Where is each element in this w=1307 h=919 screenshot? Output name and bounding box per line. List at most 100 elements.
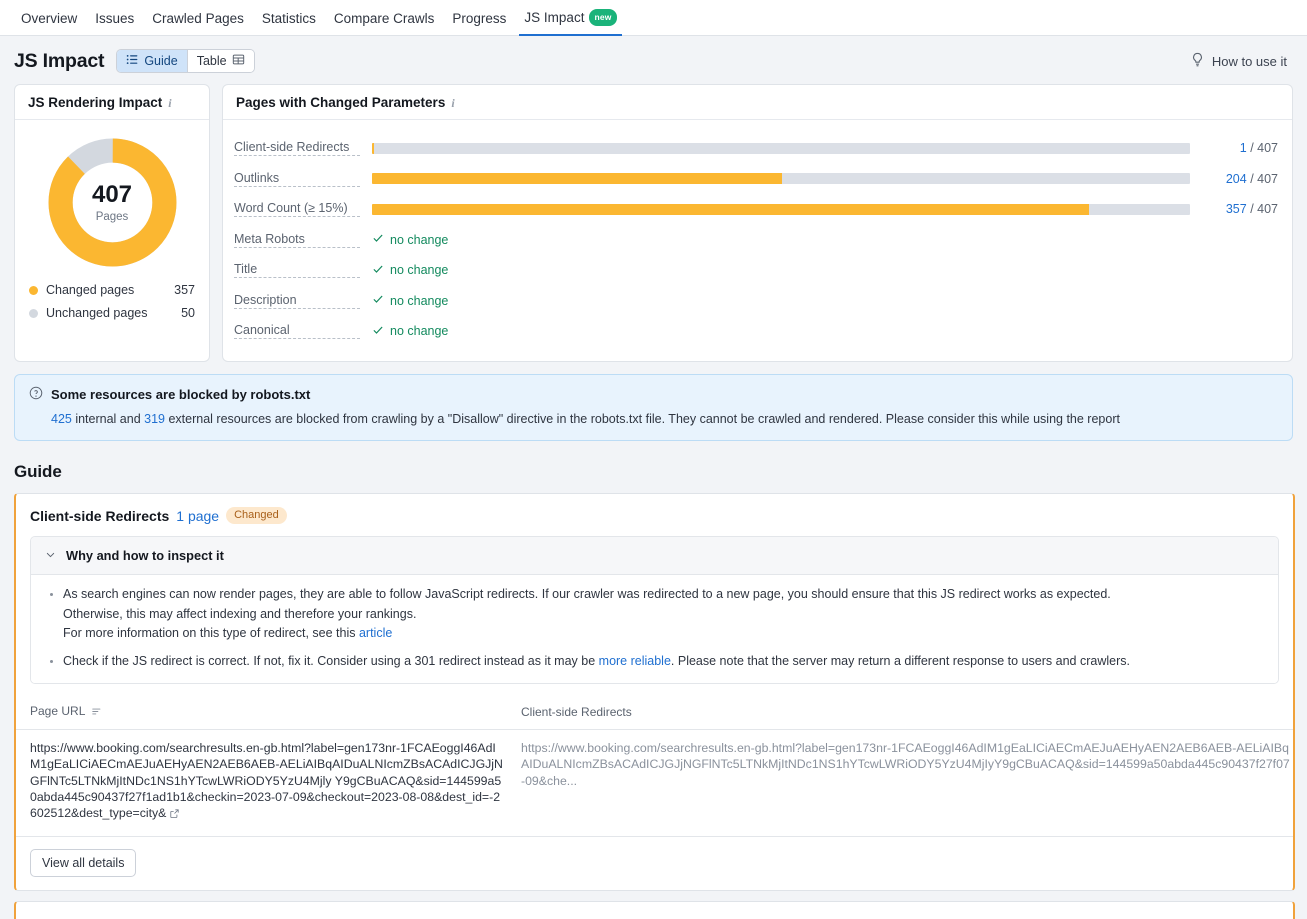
parameter-label[interactable]: Word Count (≥ 15%) xyxy=(234,201,360,217)
nav-item-overview[interactable]: Overview xyxy=(12,12,86,35)
nav-item-label: Issues xyxy=(95,11,134,26)
next-guide-card-peek xyxy=(14,901,1295,919)
view-all-details-button[interactable]: View all details xyxy=(30,849,136,877)
no-change-status: no change xyxy=(372,324,1278,339)
legend-item-changed: Changed pages 357 xyxy=(29,283,195,297)
more-reliable-link[interactable]: more reliable xyxy=(599,654,671,668)
page-url-text: https://www.booking.com/searchresults.en… xyxy=(30,741,503,820)
no-change-label: no change xyxy=(390,233,448,247)
parameter-label[interactable]: Outlinks xyxy=(234,171,360,187)
nav-item-label: Overview xyxy=(21,11,77,26)
parameter-row: Word Count (≥ 15%)357 / 407 xyxy=(234,194,1278,225)
page-title: JS Impact xyxy=(14,50,104,73)
parameter-total: / 407 xyxy=(1250,172,1278,186)
chevron-down-icon xyxy=(45,548,56,563)
parameter-bar-track xyxy=(372,143,1190,154)
parameter-label[interactable]: Meta Robots xyxy=(234,232,360,248)
no-change-label: no change xyxy=(390,263,448,277)
nav-item-label: Crawled Pages xyxy=(152,11,244,26)
legend-color-swatch xyxy=(29,286,38,295)
check-icon xyxy=(372,293,384,308)
donut-legend: Changed pages 357 Unchanged pages 50 xyxy=(15,277,209,343)
parameter-label[interactable]: Description xyxy=(234,293,360,309)
donut-total-value: 407 xyxy=(92,183,132,207)
lightbulb-icon xyxy=(1190,52,1205,70)
table-icon xyxy=(232,53,245,69)
notice-text-2: external resources are blocked from craw… xyxy=(165,412,1120,426)
legend-color-swatch xyxy=(29,309,38,318)
how-to-use-link[interactable]: How to use it xyxy=(1190,52,1293,70)
check-icon xyxy=(372,263,384,278)
js-rendering-impact-card: JS Rendering Impact i 407 Pages Changed … xyxy=(14,84,210,362)
redirects-table: Page URL Client-side Redirects https://w… xyxy=(16,704,1293,837)
nav-item-label: Compare Crawls xyxy=(334,11,435,26)
robots-blocked-notice: Some resources are blocked by robots.txt… xyxy=(14,374,1293,442)
parameter-bar-track xyxy=(372,173,1190,184)
notice-text: 425 internal and 319 external resources … xyxy=(29,411,1278,428)
view-toggle: Guide Table xyxy=(116,49,254,73)
parameter-row: Canonical no change xyxy=(234,316,1278,347)
parameter-count-link[interactable]: 357 xyxy=(1226,202,1247,216)
parameter-label[interactable]: Client-side Redirects xyxy=(234,140,360,156)
legend-label: Unchanged pages xyxy=(46,306,147,320)
changed-parameters-card: Pages with Changed Parameters i Client-s… xyxy=(222,84,1293,362)
parameter-row: Client-side Redirects 1 / 407 xyxy=(234,133,1278,164)
external-blocked-count-link[interactable]: 319 xyxy=(144,412,165,426)
notice-title: Some resources are blocked by robots.txt xyxy=(51,387,310,402)
donut-chart: 407 Pages xyxy=(15,120,209,277)
legend-item-unchanged: Unchanged pages 50 xyxy=(29,306,195,320)
guide-card-pages-link[interactable]: 1 page xyxy=(176,508,219,524)
parameter-label[interactable]: Title xyxy=(234,262,360,278)
column-header-client-side-redirects[interactable]: Client-side Redirects xyxy=(521,704,1293,730)
nav-item-issues[interactable]: Issues xyxy=(86,12,143,35)
nav-item-label: Progress xyxy=(452,11,506,26)
bullet-text: . Please note that the server may return… xyxy=(671,654,1130,668)
nav-item-label: Statistics xyxy=(262,11,316,26)
notice-title-row: Some resources are blocked by robots.txt xyxy=(29,386,1278,403)
sort-icon[interactable] xyxy=(91,706,102,720)
parameter-bar-track xyxy=(372,204,1190,215)
parameter-bar-fill xyxy=(372,143,374,154)
how-to-use-label: How to use it xyxy=(1212,54,1287,69)
no-change-status: no change xyxy=(372,232,1278,247)
nav-item-statistics[interactable]: Statistics xyxy=(253,12,325,35)
nav-item-crawled-pages[interactable]: Crawled Pages xyxy=(143,12,253,35)
parameter-count: 204 / 407 xyxy=(1204,172,1278,186)
nav-item-compare-crawls[interactable]: Compare Crawls xyxy=(325,12,444,35)
view-toggle-table[interactable]: Table xyxy=(188,50,254,72)
external-link-icon[interactable] xyxy=(169,807,180,823)
js-rendering-impact-title: JS Rendering Impact xyxy=(28,95,162,110)
internal-blocked-count-link[interactable]: 425 xyxy=(51,412,72,426)
nav-item-js-impact[interactable]: JS Impactnew xyxy=(515,9,625,36)
no-change-status: no change xyxy=(372,263,1278,278)
cell-client-side-redirect: https://www.booking.com/searchresults.en… xyxy=(521,729,1293,836)
view-toggle-guide[interactable]: Guide xyxy=(117,50,187,72)
nav-item-progress[interactable]: Progress xyxy=(443,12,515,35)
legend-value: 357 xyxy=(174,283,195,297)
view-toggle-guide-label: Guide xyxy=(144,54,177,68)
info-icon[interactable]: i xyxy=(168,97,171,109)
column-label: Client-side Redirects xyxy=(521,705,632,719)
changed-parameters-list: Client-side Redirects 1 / 407 Outlinks 204 … xyxy=(223,120,1292,361)
parameter-label[interactable]: Canonical xyxy=(234,323,360,339)
column-label: Page URL xyxy=(30,704,85,718)
parameter-row: Outlinks 204 / 407 xyxy=(234,164,1278,195)
info-icon[interactable]: i xyxy=(451,97,454,109)
view-toggle-table-label: Table xyxy=(197,54,227,68)
parameter-bar-fill xyxy=(372,173,782,184)
page-header: JS Impact Guide Table How to use it xyxy=(0,36,1307,84)
question-mark-icon xyxy=(29,386,43,403)
cell-page-url: https://www.booking.com/searchresults.en… xyxy=(16,729,521,836)
column-header-page-url[interactable]: Page URL xyxy=(16,704,521,730)
summary-row: JS Rendering Impact i 407 Pages Changed … xyxy=(0,84,1307,362)
accordion-title: Why and how to inspect it xyxy=(66,548,224,563)
parameter-count-link[interactable]: 1 xyxy=(1240,141,1247,155)
changed-parameters-title: Pages with Changed Parameters xyxy=(236,95,445,110)
parameter-count-link[interactable]: 204 xyxy=(1226,172,1247,186)
no-change-status: no change xyxy=(372,293,1278,308)
accordion-toggle[interactable]: Why and how to inspect it xyxy=(31,537,1278,575)
article-link[interactable]: article xyxy=(359,626,392,640)
parameter-count: 1 / 407 xyxy=(1204,141,1278,155)
no-change-label: no change xyxy=(390,324,448,338)
new-badge: new xyxy=(589,9,616,27)
